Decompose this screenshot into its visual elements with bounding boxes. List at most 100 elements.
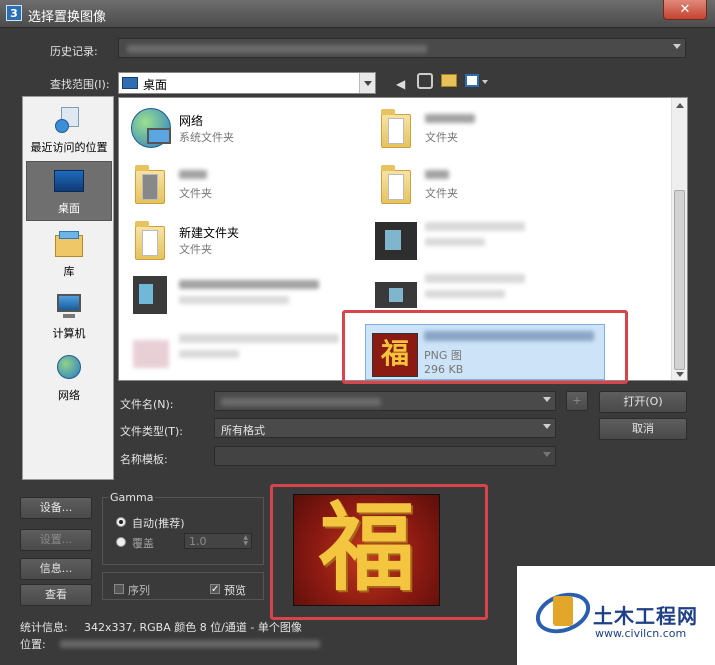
file-type: 系统文件夹	[179, 131, 234, 144]
file-item-folder[interactable]: 文件夹	[121, 158, 341, 212]
chevron-down-icon	[364, 81, 372, 86]
app-icon: 3	[6, 5, 22, 21]
lookin-label: 查找范围(I):	[50, 78, 110, 91]
places-bar: 最近访问的位置 桌面 库 计算机 网络	[22, 96, 114, 480]
history-label: 历史记录:	[50, 45, 98, 58]
file-item-redacted[interactable]	[121, 324, 341, 378]
sequence-checkbox[interactable]	[114, 584, 124, 594]
file-list-scrollbar[interactable]	[671, 98, 687, 380]
filename-input[interactable]	[214, 391, 556, 411]
chevron-down-icon	[543, 452, 551, 457]
up-folder-icon[interactable]	[417, 73, 433, 89]
place-label: 桌面	[58, 202, 80, 215]
back-icon[interactable]: ◀	[396, 77, 405, 91]
place-recent[interactable]: 最近访问的位置	[26, 101, 112, 161]
title-bar: 3 选择置换图像 ✕	[0, 0, 715, 28]
scroll-down-icon[interactable]	[676, 372, 684, 377]
sequence-label: 序列	[128, 584, 150, 597]
file-item-folder[interactable]: 文件夹	[367, 102, 587, 156]
watermark-brand: 土木工程网	[593, 604, 698, 628]
add-button[interactable]: +	[566, 391, 588, 411]
view-menu-icon[interactable]	[465, 74, 479, 87]
gamma-override-value: 1.0	[189, 535, 207, 548]
file-item-redacted[interactable]	[367, 214, 587, 268]
place-label: 库	[63, 265, 75, 278]
desktop-icon	[53, 166, 85, 198]
chevron-down-icon	[673, 44, 681, 49]
recent-places-icon	[53, 105, 85, 137]
folder-icon	[127, 162, 173, 208]
file-item-new-folder[interactable]: 新建文件夹 文件夹	[121, 214, 341, 268]
gamma-group	[102, 497, 264, 565]
settings-button[interactable]: 设置...	[20, 529, 92, 551]
place-desktop[interactable]: 桌面	[26, 161, 112, 221]
place-label: 最近访问的位置	[30, 141, 108, 154]
preview-checkbox[interactable]: ✓	[210, 584, 220, 595]
place-library[interactable]: 库	[26, 225, 112, 285]
view-button[interactable]: 查看	[20, 584, 92, 606]
network-icon	[127, 106, 173, 152]
gamma-auto-radio[interactable]	[116, 517, 126, 527]
watermark-logo-icon	[530, 585, 596, 642]
file-item-network[interactable]: 网络 系统文件夹	[121, 102, 341, 156]
video-thumbnail-icon	[127, 272, 173, 318]
watermark-url: www.civilcn.com	[595, 627, 687, 640]
history-value-redacted	[127, 45, 427, 53]
place-network[interactable]: 网络	[26, 349, 112, 409]
desktop-icon	[122, 77, 138, 89]
library-icon	[53, 229, 85, 261]
image-thumbnail-icon	[127, 328, 173, 374]
new-folder-icon[interactable]	[441, 74, 457, 87]
location-value-redacted	[60, 640, 320, 648]
filetype-dropdown[interactable]: 所有格式	[214, 418, 556, 438]
highlight-box-file	[342, 310, 628, 384]
place-computer[interactable]: 计算机	[26, 287, 112, 347]
video-thumbnail-icon	[373, 218, 419, 264]
gamma-label: Gamma	[108, 491, 156, 504]
gamma-override-spinner[interactable]: 1.0 ▲ ▼	[184, 533, 252, 549]
scrollbar-thumb[interactable]	[674, 190, 685, 370]
open-button[interactable]: 打开(O)	[599, 391, 687, 413]
template-dropdown[interactable]	[214, 446, 556, 466]
stats-value: 342x337, RGBA 颜色 8 位/通道 - 单个图像	[84, 621, 302, 634]
gamma-override-radio[interactable]	[116, 537, 126, 547]
filename-label: 文件名(N):	[120, 398, 174, 411]
info-button[interactable]: 信息...	[20, 558, 92, 580]
watermark: 土木工程网 www.civilcn.com	[517, 566, 715, 665]
location-label: 位置:	[20, 638, 46, 651]
place-label: 网络	[58, 389, 80, 402]
template-label: 名称模板:	[120, 453, 168, 466]
file-type: 文件夹	[425, 131, 458, 144]
gamma-auto-label: 自动(推荐)	[132, 517, 185, 530]
chevron-down-icon	[543, 424, 551, 429]
computer-icon	[53, 291, 85, 323]
spinner-arrows-icon[interactable]: ▲ ▼	[243, 535, 248, 547]
folder-icon	[127, 218, 173, 264]
file-type: 文件夹	[179, 243, 212, 256]
file-type: 文件夹	[425, 187, 458, 200]
scroll-up-icon[interactable]	[676, 103, 684, 108]
file-type: 文件夹	[179, 187, 212, 200]
preview-label: 预览	[224, 584, 246, 597]
file-item-folder[interactable]: 文件夹	[367, 158, 587, 212]
history-dropdown[interactable]	[118, 38, 686, 58]
setup-button[interactable]: 设备...	[20, 497, 92, 519]
lookin-dropdown[interactable]: 桌面	[118, 72, 376, 94]
lookin-value: 桌面	[143, 78, 168, 92]
folder-icon	[373, 162, 419, 208]
file-item-redacted[interactable]	[121, 268, 341, 322]
place-label: 计算机	[52, 327, 86, 340]
close-button[interactable]: ✕	[663, 0, 707, 20]
chevron-down-icon	[543, 397, 551, 402]
file-name: 网络	[179, 114, 204, 128]
file-name: 新建文件夹	[179, 226, 240, 240]
highlight-box-preview	[270, 484, 488, 620]
cancel-button[interactable]: 取消	[599, 418, 687, 440]
stats-label: 统计信息:	[20, 621, 68, 634]
chevron-down-icon[interactable]	[482, 80, 488, 84]
gamma-override-label: 覆盖	[132, 537, 154, 550]
folder-icon	[373, 106, 419, 152]
filetype-label: 文件类型(T):	[120, 425, 184, 438]
window-title: 选择置换图像	[28, 10, 107, 25]
network-icon	[53, 353, 85, 385]
